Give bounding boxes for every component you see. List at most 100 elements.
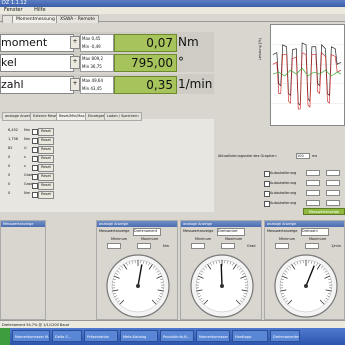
- gauge-max-label: Maximum: [225, 237, 243, 241]
- gauge-min-label: Minimum: [279, 237, 296, 241]
- reset-button[interactable]: Reset: [38, 155, 54, 163]
- expand-button[interactable]: +: [70, 56, 80, 69]
- measurement-row: kel + Max 809,2 Min 36,75 795,00 °: [0, 52, 214, 72]
- measurement-value: 0,07: [114, 34, 177, 52]
- dial-gauge: [190, 254, 254, 318]
- gauge-header: analoge Anzeige: [265, 221, 344, 227]
- measurement-name: moment: [0, 34, 74, 52]
- scale-min-input[interactable]: [306, 170, 320, 176]
- measurement-unit: Nm: [178, 35, 199, 49]
- scale-min-input[interactable]: [306, 190, 320, 196]
- gauge-min-input[interactable]: [191, 243, 205, 249]
- scale-min-input[interactable]: [306, 180, 320, 186]
- reset-row-unit: s: [24, 155, 26, 159]
- taskbar-button[interactable]: Delta S...: [52, 330, 82, 342]
- trend-chart: [270, 24, 345, 126]
- reset-row-value: 6,452: [8, 128, 19, 132]
- scale-max-input[interactable]: [326, 180, 340, 186]
- gauge-label: Messwertanzeige: [183, 229, 214, 233]
- reset-row-unit: Nm: [24, 137, 31, 141]
- list-header: Messwertanzeige: [1, 221, 45, 227]
- gauge-panel: analoge Anzeige Messwertanzeige Drehzahl Mi…: [264, 220, 345, 320]
- reset-button[interactable]: Reset: [38, 173, 54, 181]
- min-label: Min -0,49: [82, 43, 101, 49]
- measurement-name: kel: [0, 54, 74, 72]
- autoscale-label: Autoskalierung: [270, 180, 297, 185]
- gauge-min-input[interactable]: [107, 243, 121, 249]
- taskbar-button[interactable]: Momentsmesser: [196, 330, 230, 342]
- rate-unit: ms: [312, 154, 318, 158]
- tab-momentmessung[interactable]: Momentmessung: [12, 15, 59, 23]
- expand-button[interactable]: +: [70, 36, 80, 49]
- reset-button[interactable]: Reset: [38, 182, 54, 190]
- messwertanzeige-button[interactable]: Messwertanzeige: [303, 208, 345, 215]
- gauge-max-label: Maximum: [141, 237, 159, 241]
- gauge-max-label: Maximum: [309, 237, 327, 241]
- measurement-value: 795,00: [114, 54, 177, 72]
- gauge-unit: Grad: [247, 244, 256, 248]
- max-label: Max 49,64: [82, 78, 103, 83]
- reset-row-unit: s: [24, 164, 26, 168]
- menu-item-fenster[interactable]: Fenster: [4, 7, 23, 13]
- scale-max-input[interactable]: [326, 190, 340, 196]
- gauge-panel: analoge Anzeige Messwertanzeige Drehwinkel…: [180, 220, 262, 320]
- gauge-unit: 1/min: [331, 244, 342, 248]
- gauge-min-input[interactable]: [275, 243, 289, 249]
- gauge-max-input[interactable]: [221, 243, 235, 249]
- taskbar-button[interactable]: Meta-Katalog: [120, 330, 158, 342]
- minmax-box: Max 809,2 Min 36,75: [80, 54, 114, 72]
- subtab-reset[interactable]: Reset/Min/Max: [56, 112, 88, 121]
- expand-button[interactable]: +: [70, 78, 80, 91]
- gauge-label: Messwertanzeige: [99, 229, 130, 233]
- reset-row-unit: Nm: [24, 191, 31, 195]
- taskbar-button[interactable]: Momentsmesser M...: [12, 330, 50, 342]
- reset-button[interactable]: Reset: [38, 137, 54, 145]
- min-label: Min 36,75: [82, 63, 102, 69]
- reset-row-unit: Nm: [24, 128, 31, 132]
- reset-row-unit: U: [24, 146, 27, 150]
- gauge-min-label: Minimum: [195, 237, 212, 241]
- min-label: Min 43,45: [82, 85, 102, 91]
- gauge-label: Messwertanzeige: [267, 229, 298, 233]
- start-button[interactable]: [0, 328, 10, 345]
- gauge-select[interactable]: Drehzahl: [301, 228, 329, 236]
- autoscale-label: Autoskalierung: [270, 170, 297, 175]
- reset-row-value: 0: [8, 164, 11, 168]
- taskbar-button[interactable]: Präsentation: [84, 330, 118, 342]
- subtab-row: analoge Anzeige Externe Reset Reset/Min/…: [0, 112, 214, 121]
- gauge-select[interactable]: Drehmoment: [133, 228, 161, 236]
- gauge-min-label: Minimum: [111, 237, 128, 241]
- chart-ylabel: Leistung [%]: [258, 37, 262, 60]
- measurement-name: zahl: [0, 76, 74, 94]
- tab-remote[interactable]: XSWA - Remote: [56, 15, 100, 23]
- gauge-panel: analoge Anzeige Messwertanzeige Drehmoment…: [96, 220, 178, 320]
- gauge-header: analoge Anzeige: [97, 221, 177, 227]
- scale-max-input[interactable]: [326, 200, 340, 206]
- window-title: DZ 1.1.12: [0, 0, 345, 7]
- menu-bar: Fenster Hilfe: [0, 7, 345, 14]
- taskbar-button[interactable]: Hardtopp: [232, 330, 268, 342]
- measurement-list-panel: Messwertanzeige: [0, 220, 46, 320]
- scale-max-input[interactable]: [326, 170, 340, 176]
- dial-gauge: [106, 254, 170, 318]
- taskbar-button[interactable]: Drehmomentm...: [270, 330, 300, 342]
- status-bar: Drehmoment 94.7% @ 1/1/1200 Baud: [0, 320, 345, 328]
- reset-row-value: 0: [8, 155, 11, 159]
- measurement-unit: °: [178, 55, 184, 69]
- max-label: Max 809,2: [82, 56, 103, 61]
- subtab-laden[interactable]: Laden / Speichern: [104, 112, 142, 121]
- reset-row-value: 1,756: [8, 137, 19, 141]
- menu-item-hilfe[interactable]: Hilfe: [34, 7, 45, 13]
- tab-row: Momentmessung XSWA - Remote: [0, 14, 345, 23]
- reset-button[interactable]: Reset: [38, 191, 54, 199]
- taskbar-button[interactable]: Produktinfo.N...: [160, 330, 194, 342]
- reset-button[interactable]: Reset: [38, 128, 54, 136]
- gauge-max-input[interactable]: [305, 243, 319, 249]
- scale-min-input[interactable]: [306, 200, 320, 206]
- reset-button[interactable]: Reset: [38, 164, 54, 172]
- gauge-select[interactable]: Drehwinkel: [217, 228, 245, 236]
- rate-input[interactable]: 100: [296, 153, 310, 159]
- reset-button[interactable]: Reset: [38, 146, 54, 154]
- gauge-max-input[interactable]: [137, 243, 151, 249]
- gauge-unit: Nm: [163, 244, 170, 248]
